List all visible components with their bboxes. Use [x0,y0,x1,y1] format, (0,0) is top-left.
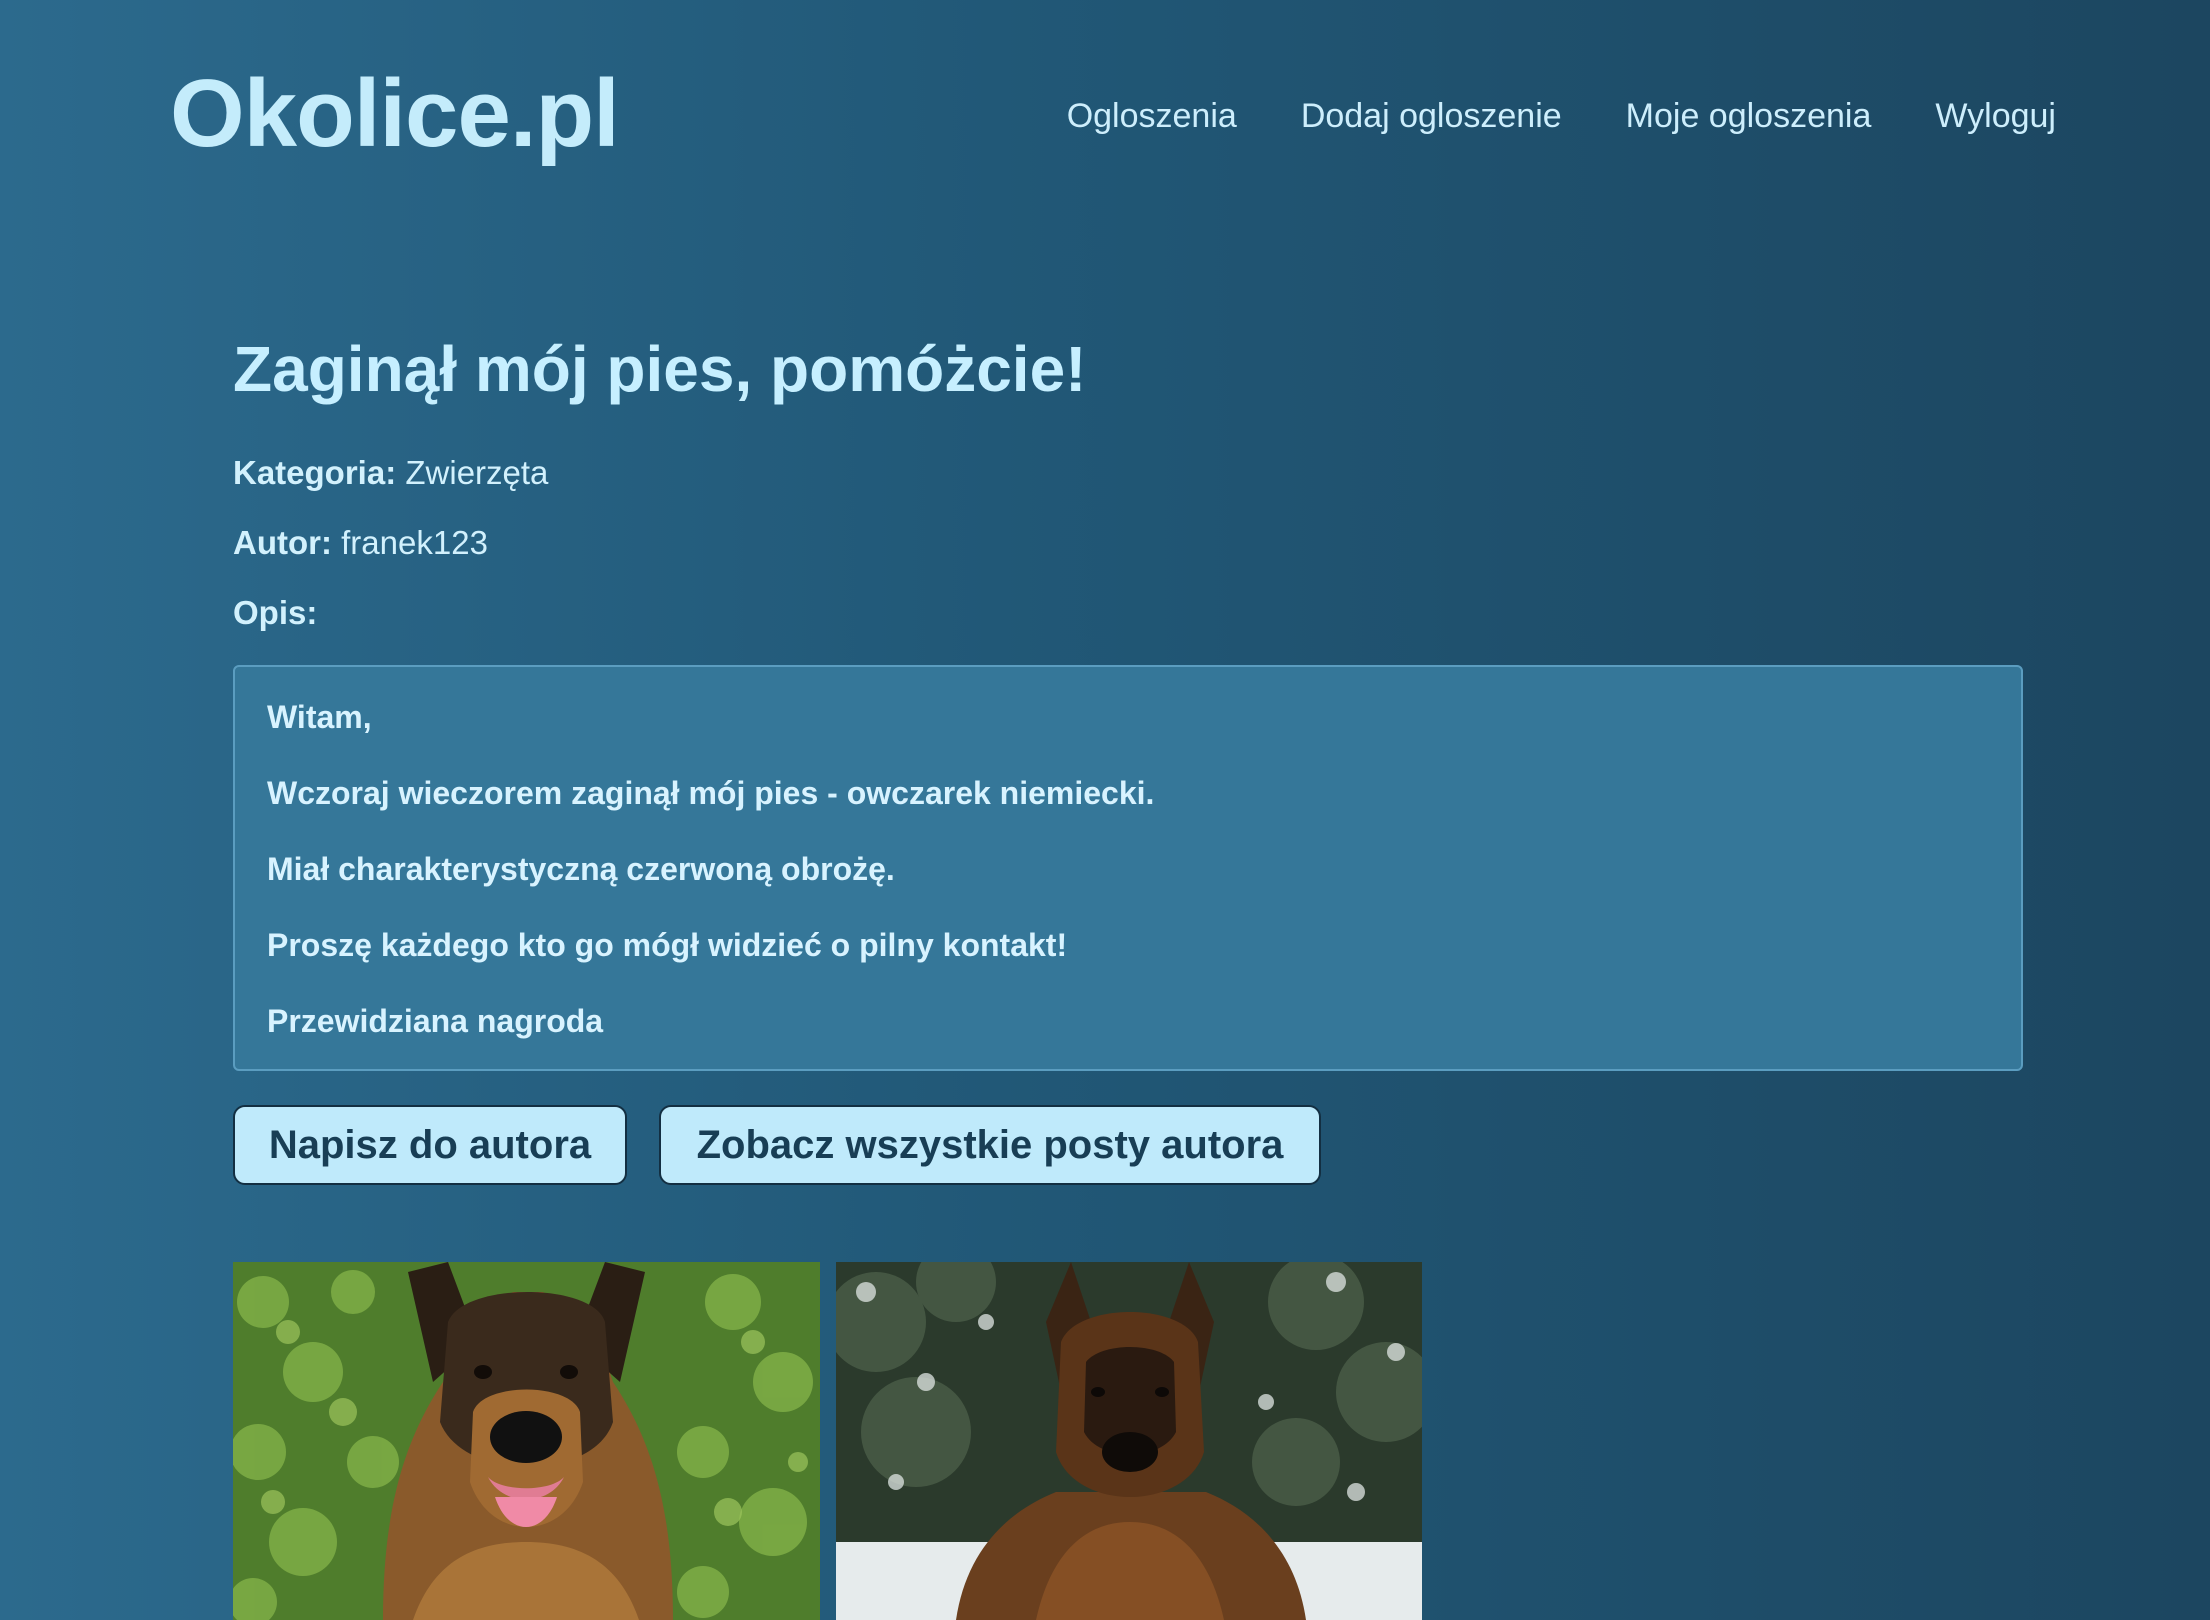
listing-author: Autor: franek123 [233,520,488,566]
description-line: Witam, [267,699,372,735]
dog-photo-1[interactable] [233,1262,820,1620]
see-author-posts-button[interactable]: Zobacz wszystkie posty autora [659,1105,1321,1185]
description-label: Opis: [233,594,318,631]
nav-link-dodaj-ogloszenie[interactable]: Dodaj ogloszenie [1301,92,1562,140]
listing-description-heading: Opis: [233,590,317,636]
author-label: Autor: [233,524,332,561]
write-to-author-button[interactable]: Napisz do autora [233,1105,627,1185]
nav-link-moje-ogloszenia[interactable]: Moje ogloszenia [1626,92,1872,140]
category-label: Kategoria: [233,454,397,491]
description-box: Witam, Wczoraj wieczorem zaginął mój pie… [233,665,2023,1071]
author-value: franek123 [341,524,488,561]
german-shepherd-photo [836,1262,1422,1620]
nav-link-wyloguj[interactable]: Wyloguj [1935,92,2056,140]
description-line: Przewidziana nagroda [267,1003,604,1039]
site-logo[interactable]: Okolice.pl [170,58,620,170]
description-line: Proszę każdego kto go mógł widzieć o pil… [267,927,1068,963]
category-value: Zwierzęta [405,454,549,491]
listing-category: Kategoria: Zwierzęta [233,450,548,496]
main-nav: Ogloszenia Dodaj ogloszenie Moje oglosze… [1067,92,2056,140]
nav-link-ogloszenia[interactable]: Ogloszenia [1067,92,1237,140]
german-shepherd-photo [233,1262,820,1620]
description-line: Wczoraj wieczorem zaginął mój pies - owc… [267,775,1155,811]
listing-title: Zaginął mój pies, pomóżcie! [233,333,1087,405]
dog-photo-2[interactable] [836,1262,1422,1620]
description-line: Miał charakterystyczną czerwoną obrożę. [267,851,895,887]
